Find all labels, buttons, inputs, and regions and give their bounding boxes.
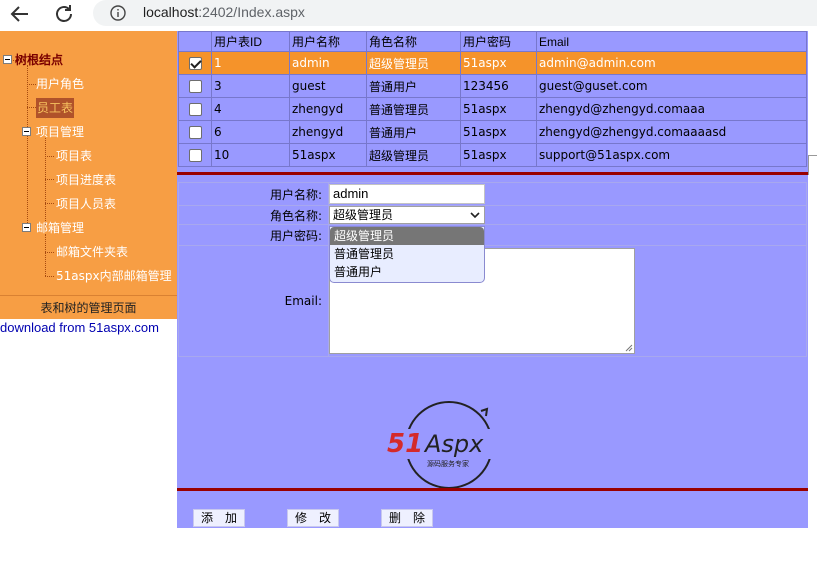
header-username: 用户名称 [289,31,367,52]
cell-password: 51aspx [460,51,537,75]
username-input[interactable]: admin [329,184,485,204]
tree-root[interactable]: 树根结点 [15,50,63,70]
tree-item-mailbox-management[interactable]: 邮箱管理 [36,218,84,238]
cell-password: 51aspx [460,143,537,167]
row-checkbox[interactable] [188,126,202,139]
cell-id: 3 [211,74,290,98]
role-select-value: 超级管理员 [333,208,394,222]
table-row[interactable]: 4 zhengyd 普通管理员 51aspx zhengyd@zhengyd.c… [178,97,807,121]
cell-role: 普通用户 [366,120,461,144]
cell-role: 普通用户 [366,74,461,98]
role-option-super-admin[interactable]: 超级管理员 [330,227,484,245]
cell-username: zhengyd [289,97,367,121]
role-label: 角色名称: [178,205,329,225]
users-grid: 用户表ID 用户名称 角色名称 用户密码 Email 1 admin 超级管理员… [178,31,807,167]
url-text[interactable]: localhost:2402/Index.aspx [143,4,305,20]
cell-username: 51aspx [289,143,367,167]
url-path: :2402/Index.aspx [198,4,305,20]
cell-role: 超级管理员 [366,51,461,75]
logo-tagline: 源码服务专家 [427,459,469,468]
row-checkbox[interactable] [188,57,202,70]
cell-username: zhengyd [289,120,367,144]
cell-id: 1 [211,51,290,75]
role-option-normal-admin[interactable]: 普通管理员 [330,245,484,263]
tree-item-user-role[interactable]: 用户角色 [36,74,84,94]
main-content: 用户表ID 用户名称 角色名称 用户密码 Email 1 admin 超级管理员… [177,31,808,528]
chevron-down-icon [470,212,480,219]
browser-toolbar: localhost:2402/Index.aspx [0,0,817,31]
top-separator [177,172,808,175]
url-host: localhost [143,4,199,20]
cell-role: 超级管理员 [366,143,461,167]
table-row[interactable]: 3 guest 普通用户 123456 guest@guset.com [178,74,807,98]
header-email: Email [536,31,807,52]
reload-icon[interactable] [52,2,76,26]
header-id: 用户表ID [211,31,290,52]
tree-item-project-table[interactable]: 项目表 [56,146,92,166]
tree-item-project-progress[interactable]: 项目进度表 [56,170,116,190]
cell-email: admin@admin.com [536,51,807,75]
cell-email: guest@guset.com [536,74,807,98]
cell-id: 6 [211,120,290,144]
row-checkbox[interactable] [188,149,202,162]
address-bar[interactable]: localhost:2402/Index.aspx [93,0,817,26]
cell-id: 10 [211,143,290,167]
cell-username: admin [289,51,367,75]
email-label: Email: [178,245,329,357]
add-button[interactable]: 添 加 [193,509,245,527]
tree-panel: 树根结点 用户角色 员工表 项目管理 项目表 项目进度表 项目人员表 邮箱管理 … [0,31,177,295]
collapse-toggle-root[interactable] [3,55,12,64]
row-checkbox[interactable] [188,103,202,116]
cell-id: 4 [211,97,290,121]
tree-item-employee-table[interactable]: 员工表 [36,98,75,118]
download-note: download from 51aspx.com [0,320,159,335]
resize-grip-icon[interactable] [625,344,633,352]
bottom-separator [177,488,808,491]
info-icon[interactable] [110,5,126,21]
collapse-toggle-mailbox[interactable] [22,223,31,232]
cell-role: 普通管理员 [366,97,461,121]
tree-item-internal-mail[interactable]: 51aspx内部邮箱管理 [56,266,172,286]
tree-item-project-members[interactable]: 项目人员表 [56,194,116,214]
cell-password: 51aspx [460,97,537,121]
password-label: 用户密码: [178,224,329,246]
back-arrow-icon[interactable] [8,2,32,26]
logo-brand-rest: Aspx [423,430,484,458]
header-role: 角色名称 [366,31,461,52]
51aspx-logo: 51 Aspx 源码服务专家 [387,401,511,489]
row-checkbox[interactable] [188,80,202,93]
table-row[interactable]: 1 admin 超级管理员 51aspx admin@admin.com [178,51,807,75]
cell-username: guest [289,74,367,98]
cell-email: zhengyd@zhengyd.comaaaasd [536,120,807,144]
delete-button[interactable]: 删 除 [381,509,433,527]
tree-item-project-management[interactable]: 项目管理 [36,122,84,142]
table-row[interactable]: 6 zhengyd 普通用户 51aspx zhengyd@zhengyd.co… [178,120,807,144]
cell-email: support@51aspx.com [536,143,807,167]
header-password: 用户密码 [460,31,537,52]
edit-form: 用户名称: admin 角色名称: 超级管理员 用户密码: Email: [178,182,807,357]
logo-brand-red: 51 [387,429,423,459]
cell-password: 51aspx [460,120,537,144]
window-edge-tab [808,155,817,175]
role-option-normal-user[interactable]: 普通用户 [330,263,484,281]
table-row[interactable]: 10 51aspx 超级管理员 51aspx support@51aspx.co… [178,143,807,167]
header-checkbox-col [178,31,212,52]
role-dropdown-list[interactable]: 超级管理员 普通管理员 普通用户 [329,226,485,283]
cell-password: 123456 [460,74,537,98]
cell-email: zhengyd@zhengyd.comaaa [536,97,807,121]
grid-header-row: 用户表ID 用户名称 角色名称 用户密码 Email [178,31,807,52]
tree-item-mailbox-folders[interactable]: 邮箱文件夹表 [56,242,128,262]
edit-button[interactable]: 修 改 [287,509,339,527]
role-select[interactable]: 超级管理员 [329,206,485,224]
collapse-toggle-project[interactable] [22,127,31,136]
tree-footer-title: 表和树的管理页面 [0,295,177,319]
username-label: 用户名称: [178,182,329,206]
